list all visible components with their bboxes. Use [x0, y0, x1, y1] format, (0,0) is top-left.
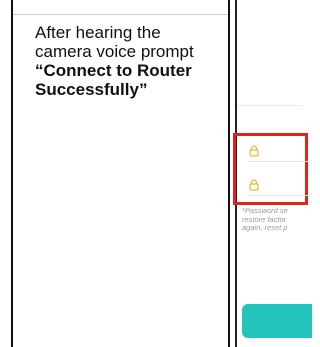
lock-icon: [249, 145, 259, 157]
field-underline: [248, 161, 308, 162]
field-underline: [248, 195, 308, 196]
confirm-password-field[interactable]: [248, 174, 308, 196]
lock-icon: [249, 179, 259, 191]
instruction-text: After hearing the camera voice prompt “C…: [35, 23, 215, 99]
instruction-emphasis: “Connect to Router Successfully”: [35, 61, 192, 99]
instruction-prefix: After hearing the camera voice prompt: [35, 23, 194, 61]
wifi-password-field[interactable]: [248, 140, 308, 162]
divider: [237, 105, 302, 106]
confirm-button[interactable]: [242, 304, 312, 338]
password-note-line: again, reset p: [242, 223, 288, 232]
password-note: *Password se restore factor again, reset…: [242, 206, 320, 233]
